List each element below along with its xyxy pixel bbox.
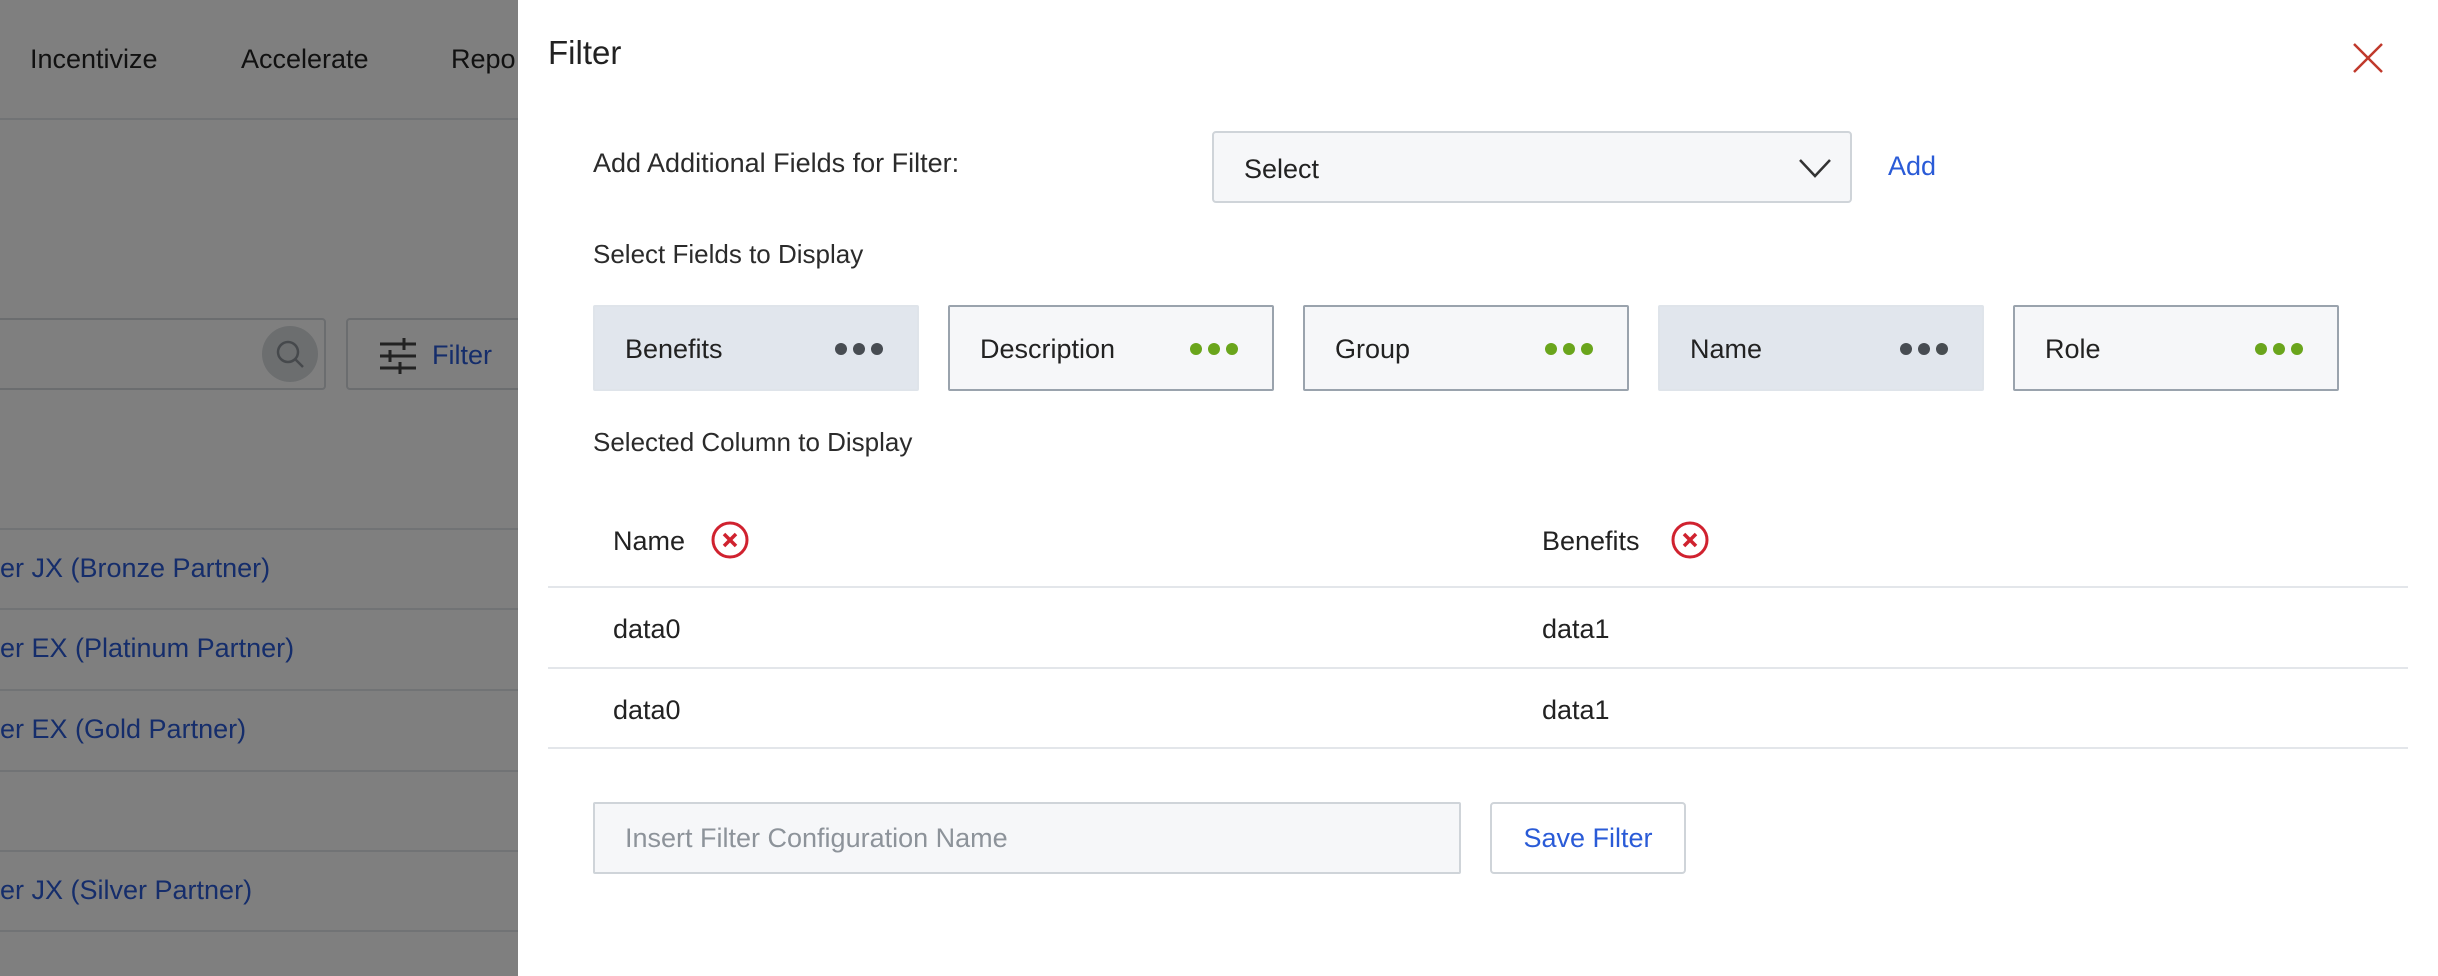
more-options-icon[interactable] <box>1545 343 1593 355</box>
field-chip-group[interactable]: Group <box>1303 305 1629 391</box>
table-cell: data1 <box>1542 614 1610 644</box>
remove-column-name-icon[interactable] <box>710 520 750 560</box>
chevron-down-icon <box>1799 159 1831 178</box>
add-fields-label: Add Additional Fields for Filter: <box>593 148 960 178</box>
selected-columns-label: Selected Column to Display <box>593 427 913 457</box>
field-select-dropdown[interactable]: Select <box>1212 131 1852 203</box>
table-cell: data1 <box>1542 695 1610 725</box>
field-chip-label: Name <box>1690 334 1763 364</box>
table-cell: data0 <box>613 614 681 644</box>
table-divider <box>548 667 2408 669</box>
field-chip-description[interactable]: Description <box>948 305 1274 391</box>
field-chip-label: Role <box>2045 334 2101 364</box>
field-chip-label: Group <box>1335 334 1411 364</box>
close-icon <box>2353 43 2383 73</box>
more-options-icon[interactable] <box>835 343 883 355</box>
more-options-icon[interactable] <box>1900 343 1948 355</box>
column-header-benefits: Benefits <box>1542 526 1640 556</box>
table-cell: data0 <box>613 695 681 725</box>
remove-column-benefits-icon[interactable] <box>1670 520 1710 560</box>
save-filter-button[interactable]: Save Filter <box>1490 802 1686 874</box>
close-button[interactable] <box>2348 38 2388 78</box>
column-header-name: Name <box>613 526 686 556</box>
field-chip-name[interactable]: Name <box>1658 305 1984 391</box>
more-options-icon[interactable] <box>2255 343 2303 355</box>
filter-panel: Filter Add Additional Fields for Filter:… <box>518 0 2438 976</box>
table-divider <box>548 747 2408 749</box>
field-chip-label: Description <box>980 334 1116 364</box>
filter-config-name-input[interactable] <box>593 802 1461 874</box>
add-field-button[interactable]: Add <box>1888 151 1936 182</box>
table-divider <box>548 586 2408 588</box>
select-value: Select <box>1244 154 1320 184</box>
more-options-icon[interactable] <box>1190 343 1238 355</box>
fields-to-display-label: Select Fields to Display <box>593 239 864 269</box>
field-chip-role[interactable]: Role <box>2013 305 2339 391</box>
field-chip-benefits[interactable]: Benefits <box>593 305 919 391</box>
field-chip-label: Benefits <box>625 334 723 364</box>
panel-title: Filter <box>548 34 622 71</box>
